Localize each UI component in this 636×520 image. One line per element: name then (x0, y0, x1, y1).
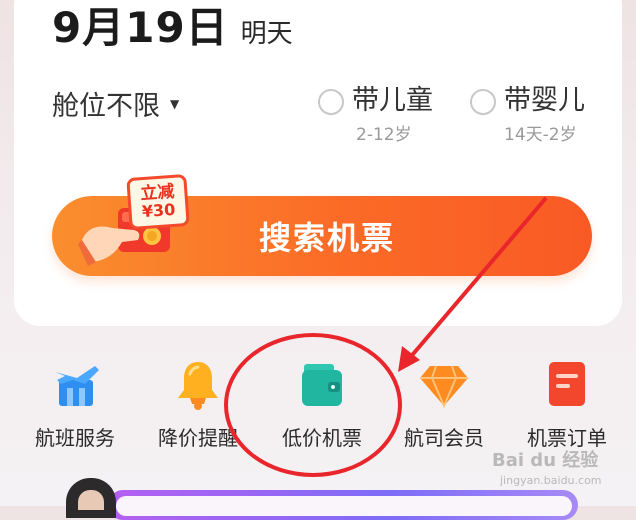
annotation-arrow-line (406, 196, 548, 362)
highlight-circle (224, 333, 402, 477)
annotation-overlay (224, 196, 548, 477)
